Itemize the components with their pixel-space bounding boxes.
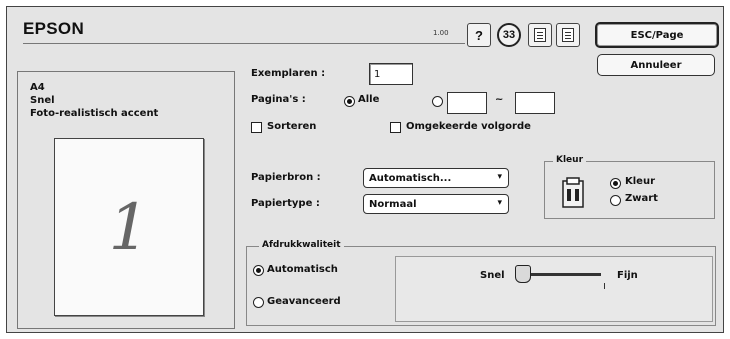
page-layout-button[interactable] <box>528 23 552 47</box>
color-group-title: Kleur <box>553 155 587 165</box>
page-preview: 1 <box>54 138 204 316</box>
color-radio-label: Kleur <box>625 176 656 187</box>
paper-type-label: Papiertype : <box>251 198 320 209</box>
custom-settings-icon: 33 <box>502 29 516 41</box>
paper-type-select[interactable]: Normaal ▾ <box>363 194 509 214</box>
brand-divider <box>23 43 465 44</box>
quality-slider-tick <box>604 283 605 289</box>
quality-auto-radio[interactable] <box>253 265 264 276</box>
preview-page-number: 1 <box>108 191 150 265</box>
page-to-input[interactable] <box>515 92 555 114</box>
utility-icon <box>562 28 574 42</box>
summary-speed: Snel <box>30 95 55 106</box>
stepper-arrows-icon: ▾ <box>497 172 502 182</box>
custom-settings-button[interactable]: 33 <box>497 23 521 47</box>
pages-label: Pagina's : <box>251 94 306 105</box>
help-icon: ? <box>475 27 483 43</box>
pages-all-radio[interactable] <box>344 96 355 107</box>
collate-label: Sorteren <box>267 121 317 132</box>
quality-advanced-label: Geavanceerd <box>267 296 341 307</box>
color-radio[interactable] <box>610 178 621 189</box>
paper-source-select[interactable]: Automatisch... ▾ <box>363 168 509 188</box>
cancel-button[interactable]: Annuleer <box>597 54 715 76</box>
collate-checkbox[interactable] <box>251 122 262 133</box>
quality-speed-panel <box>395 256 713 322</box>
brand-title: EPSON <box>23 19 85 38</box>
stepper-arrows-icon: ▾ <box>497 198 502 208</box>
summary-mode: Foto-realistisch accent <box>30 108 159 119</box>
quality-advanced-radio[interactable] <box>253 297 264 308</box>
quality-slider-track[interactable] <box>529 273 601 276</box>
copies-label: Exemplaren : <box>251 68 326 79</box>
reverse-order-label: Omgekeerde volgorde <box>406 121 531 132</box>
quality-slider-thumb[interactable] <box>515 265 531 283</box>
page-layout-icon <box>534 28 546 42</box>
paper-source-label: Papierbron : <box>251 172 321 183</box>
help-button[interactable]: ? <box>467 23 491 47</box>
black-radio[interactable] <box>610 195 621 206</box>
esc-page-button[interactable]: ESC/Page <box>595 22 719 48</box>
slider-fast-label: Snel <box>480 270 505 281</box>
pages-range-radio[interactable] <box>432 96 443 107</box>
utility-button[interactable] <box>556 23 580 47</box>
summary-paper: A4 <box>30 82 45 93</box>
paper-source-value: Automatisch... <box>369 172 452 184</box>
print-dialog: EPSON 1.00 ? 33 ESC/Page Annuleer A4 Sne… <box>6 6 724 333</box>
print-quality-title: Afdrukkwaliteit <box>259 240 344 250</box>
page-from-input[interactable] <box>447 92 487 114</box>
black-radio-label: Zwart <box>625 193 658 204</box>
settings-summary-panel: A4 Snel Foto-realistisch accent 1 <box>17 71 235 329</box>
reverse-order-checkbox[interactable] <box>390 122 401 133</box>
pages-all-label: Alle <box>358 94 380 105</box>
printer-ink-icon <box>562 177 584 208</box>
version-label: 1.00 <box>433 29 449 37</box>
quality-auto-label: Automatisch <box>267 264 338 275</box>
paper-type-value: Normaal <box>369 198 417 210</box>
slider-fine-label: Fijn <box>617 270 638 281</box>
range-separator: ~ <box>495 94 504 105</box>
copies-input[interactable]: 1 <box>369 63 413 85</box>
